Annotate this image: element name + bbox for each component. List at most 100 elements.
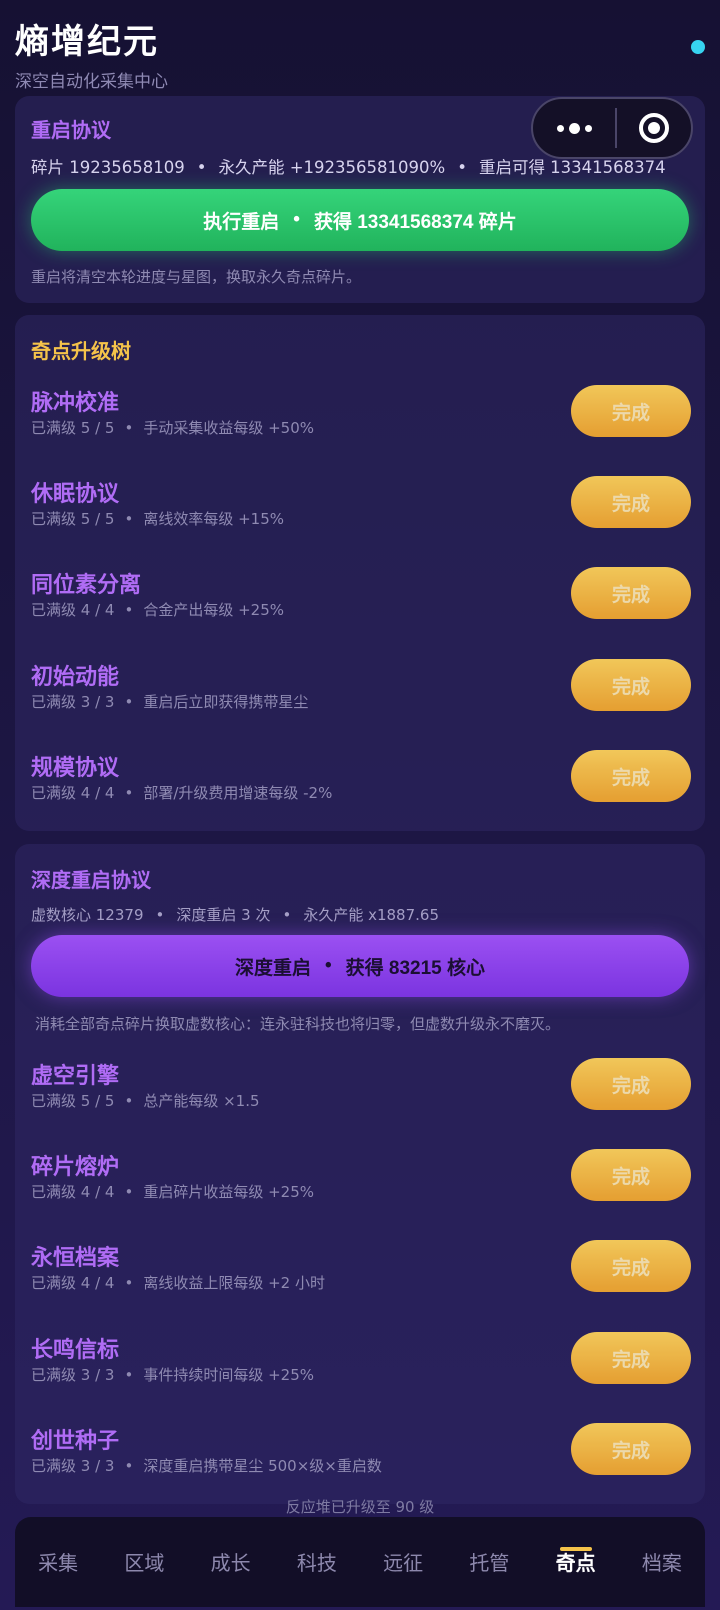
complete-button[interactable]: 完成 <box>571 1058 691 1110</box>
complete-button[interactable]: 完成 <box>571 750 691 802</box>
upgrade-name: 虚空引擎 <box>31 1064 120 1089</box>
deep-upgrade-item: 碎片熔炉 已满级 4 / 4 • 重启碎片收益每级 +25% 完成 <box>31 1149 691 1209</box>
deep-restart-note: 消耗全部奇点碎片换取虚数核心：连永驻科技也将归零，但虚数升级永不磨灭。 <box>35 1015 561 1033</box>
upgrade-tree-title: 奇点升级树 <box>31 339 131 363</box>
deep-button-action: 深度重启 <box>234 957 311 979</box>
complete-button[interactable]: 完成 <box>571 1149 691 1201</box>
complete-button[interactable]: 完成 <box>571 476 691 528</box>
upgrade-name: 同位素分离 <box>31 573 142 598</box>
separator: • <box>124 1092 134 1110</box>
separator: • <box>196 158 207 177</box>
upgrade-desc: 已满级 5 / 5 • 总产能每级 ×1.5 <box>31 1090 260 1111</box>
tab-archive[interactable]: 档案 <box>619 1517 705 1607</box>
app-title: 熵增纪元 <box>15 22 159 62</box>
deep-restart-button[interactable]: 深度重启 • 获得 83215 核心 <box>31 935 689 997</box>
upgrade-desc: 已满级 3 / 3 • 事件持续时间每级 +25% <box>31 1364 314 1385</box>
upgrade-effect: 部署/升级费用增速每级 -2% <box>143 784 333 802</box>
upgrade-level: 已满级 3 / 3 <box>31 693 115 711</box>
deep-restart-card: 深度重启协议 虚数核心 12379 • 深度重启 3 次 • 永久产能 x1887.65… <box>15 844 705 1504</box>
reactor-level-text: 反应堆已升级至 90 级 <box>285 1498 435 1516</box>
complete-button[interactable]: 完成 <box>571 1332 691 1384</box>
upgrade-desc: 已满级 4 / 4 • 离线收益上限每级 +2 小时 <box>31 1272 325 1293</box>
close-miniprogram-icon[interactable] <box>617 113 691 143</box>
deep-upgrade-item: 虚空引擎 已满级 5 / 5 • 总产能每级 ×1.5 完成 <box>31 1058 691 1118</box>
permanent-output: 永久产能 +192356581090% <box>218 158 446 177</box>
separator: • <box>124 1366 134 1384</box>
restart-button-gain: 获得 13341568374 碎片 <box>313 211 517 233</box>
imaginary-cores: 虚数核心 12379 <box>31 906 144 924</box>
upgrade-effect: 重启后立即获得携带星尘 <box>143 693 309 711</box>
separator: • <box>324 955 332 976</box>
upgrade-desc: 已满级 5 / 5 • 手动采集收益每级 +50% <box>31 417 314 438</box>
tab-singularity[interactable]: 奇点 <box>533 1517 619 1607</box>
deep-restart-title: 深度重启协议 <box>31 868 151 892</box>
upgrade-name: 碎片熔炉 <box>31 1155 120 1180</box>
upgrade-item: 休眠协议 已满级 5 / 5 • 离线效率每级 +15% 完成 <box>31 476 691 536</box>
upgrade-level: 已满级 4 / 4 <box>31 784 115 802</box>
upgrade-desc: 已满级 3 / 3 • 深度重启携带星尘 500×级×重启数 <box>31 1455 382 1476</box>
restart-button-action: 执行重启 <box>203 211 280 233</box>
complete-button[interactable]: 完成 <box>571 1240 691 1292</box>
deep-upgrade-item: 永恒档案 已满级 4 / 4 • 离线收益上限每级 +2 小时 完成 <box>31 1240 691 1300</box>
more-menu-icon[interactable] <box>533 122 615 134</box>
upgrade-item: 初始动能 已满级 3 / 3 • 重启后立即获得携带星尘 完成 <box>31 659 691 719</box>
tab-tech[interactable]: 科技 <box>274 1517 360 1607</box>
upgrade-effect: 深度重启携带星尘 500×级×重启数 <box>143 1457 382 1475</box>
execute-restart-button[interactable]: 执行重启 • 获得 13341568374 碎片 <box>31 189 689 251</box>
tab-expedition[interactable]: 远征 <box>360 1517 446 1607</box>
separator: • <box>124 1274 134 1292</box>
separator: • <box>124 419 134 437</box>
upgrade-desc: 已满级 3 / 3 • 重启后立即获得携带星尘 <box>31 691 308 712</box>
tab-hosting[interactable]: 托管 <box>446 1517 532 1607</box>
separator: • <box>124 693 134 711</box>
deep-restart-stats: 虚数核心 12379 • 深度重启 3 次 • 永久产能 x1887.65 <box>31 904 439 925</box>
separator: • <box>457 158 467 177</box>
tab-growth[interactable]: 成长 <box>188 1517 274 1607</box>
separator: • <box>155 906 165 924</box>
upgrade-name: 创世种子 <box>31 1429 120 1454</box>
fragments-count: 碎片 19235658109 <box>31 158 185 177</box>
complete-button[interactable]: 完成 <box>571 567 691 619</box>
complete-button[interactable]: 完成 <box>571 659 691 711</box>
tab-label: 奇点 <box>555 1551 596 1575</box>
upgrade-tree-card: 奇点升级树 脉冲校准 已满级 5 / 5 • 手动采集收益每级 +50% 完成 休眠… <box>15 315 705 831</box>
upgrade-desc: 已满级 4 / 4 • 合金产出每级 +25% <box>31 599 284 620</box>
upgrade-effect: 事件持续时间每级 +25% <box>143 1366 314 1384</box>
upgrade-desc: 已满级 4 / 4 • 重启碎片收益每级 +25% <box>31 1181 314 1202</box>
separator: • <box>124 601 134 619</box>
upgrade-item: 规模协议 已满级 4 / 4 • 部署/升级费用增速每级 -2% 完成 <box>31 750 691 810</box>
upgrade-level: 已满级 5 / 5 <box>31 510 115 528</box>
upgrade-item: 同位素分离 已满级 4 / 4 • 合金产出每级 +25% 完成 <box>31 567 691 627</box>
complete-button[interactable]: 完成 <box>571 385 691 437</box>
restart-title: 重启协议 <box>31 118 111 142</box>
upgrade-level: 已满级 4 / 4 <box>31 1274 115 1292</box>
status-dot <box>691 40 705 54</box>
upgrade-desc: 已满级 4 / 4 • 部署/升级费用增速每级 -2% <box>31 782 332 803</box>
app-subtitle: 深空自动化采集中心 <box>15 72 168 92</box>
upgrade-level: 已满级 4 / 4 <box>31 1183 115 1201</box>
deep-upgrade-item: 长鸣信标 已满级 3 / 3 • 事件持续时间每级 +25% 完成 <box>31 1332 691 1392</box>
bottom-tab-bar: 采集 区域 成长 科技 远征 托管 奇点 档案 <box>15 1517 705 1607</box>
separator: • <box>293 209 300 230</box>
separator: • <box>124 1183 134 1201</box>
deep-restart-count: 深度重启 3 次 <box>176 906 271 924</box>
upgrade-name: 规模协议 <box>31 756 120 781</box>
upgrade-level: 已满级 5 / 5 <box>31 419 115 437</box>
upgrade-effect: 手动采集收益每级 +50% <box>143 419 314 437</box>
restart-gain: 重启可得 13341568374 <box>478 158 666 177</box>
separator: • <box>282 906 292 924</box>
upgrade-effect: 合金产出每级 +25% <box>143 601 284 619</box>
deep-permanent-output: 永久产能 x1887.65 <box>303 906 439 924</box>
upgrade-name: 永恒档案 <box>31 1246 120 1271</box>
upgrade-item: 脉冲校准 已满级 5 / 5 • 手动采集收益每级 +50% 完成 <box>31 385 691 445</box>
upgrade-name: 休眠协议 <box>31 482 120 507</box>
complete-button[interactable]: 完成 <box>571 1423 691 1475</box>
upgrade-effect: 离线收益上限每级 +2 小时 <box>143 1274 325 1292</box>
separator: • <box>124 1457 134 1475</box>
separator: • <box>124 784 134 802</box>
tab-collect[interactable]: 采集 <box>15 1517 101 1607</box>
upgrade-level: 已满级 4 / 4 <box>31 601 115 619</box>
upgrade-desc: 已满级 5 / 5 • 离线效率每级 +15% <box>31 508 284 529</box>
tab-region[interactable]: 区域 <box>101 1517 187 1607</box>
upgrade-level: 已满级 3 / 3 <box>31 1366 115 1384</box>
